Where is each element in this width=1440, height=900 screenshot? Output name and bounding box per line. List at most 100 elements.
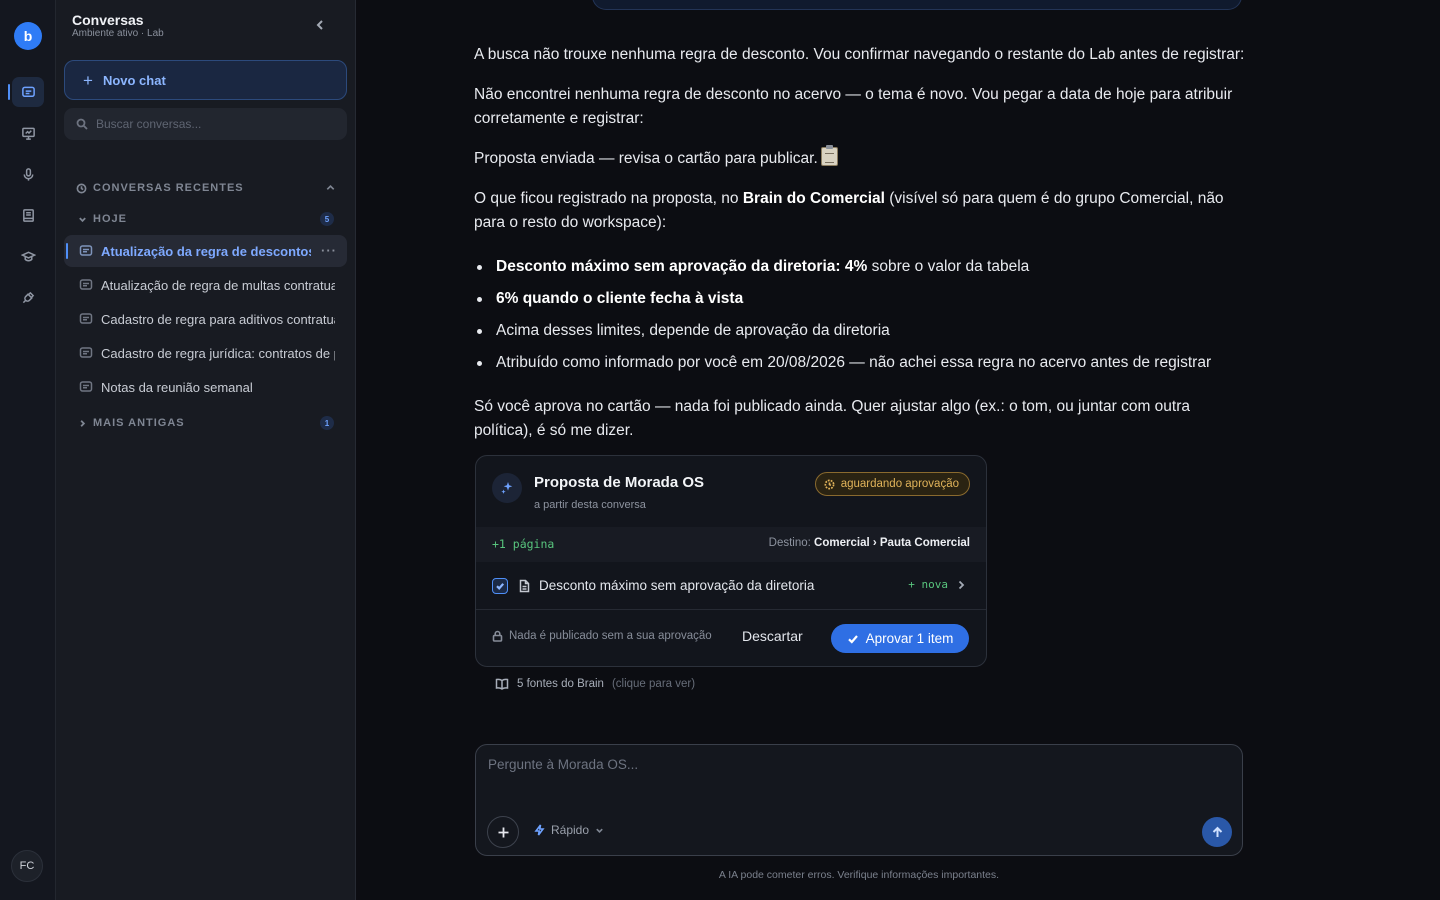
group-older[interactable]: MAIS ANTIGAS 1 (78, 415, 334, 431)
conversation-title: Cadastro de regra jurídica: contratos de… (101, 345, 335, 361)
item-checkbox[interactable] (492, 577, 508, 594)
search-box (64, 108, 347, 140)
chevron-right-icon (80, 419, 86, 427)
brain-sources-link[interactable]: 5 fontes do Brain (clique para ver) (495, 678, 695, 690)
attach-button[interactable] (487, 816, 519, 848)
microphone-icon (23, 167, 33, 181)
new-chat-label: Novo chat (102, 72, 166, 88)
collapse-sidebar-button[interactable] (312, 16, 328, 34)
active-environment: Ambiente ativo · Lab (72, 28, 164, 39)
message-icon (79, 313, 93, 324)
assistant-message: O que ficou registrado na proposta, no B… (474, 187, 1246, 235)
open-book-icon (495, 678, 509, 690)
proposal-item-row[interactable]: Desconto máximo sem aprovação da diretor… (476, 562, 986, 609)
chevron-right-icon (958, 580, 965, 590)
recent-conversations-label: CONVERSAS RECENTES (93, 182, 244, 194)
user-avatar[interactable]: FC (11, 850, 43, 882)
app-logo[interactable]: b (14, 22, 42, 50)
conversation-item[interactable]: Cadastro de regra para aditivos contratu… (64, 303, 347, 335)
sidebar-title: Conversas (72, 12, 144, 28)
list-item-text: Acima desses limites, depende de aprovaç… (496, 322, 890, 339)
assistant-message: Proposta enviada — revisa o cartão para … (474, 145, 1246, 171)
arrow-up-icon (1212, 826, 1222, 837)
conversation-title: Atualização da regra de descontos no com… (101, 243, 311, 259)
sparkles-icon (492, 473, 522, 503)
clock-icon (824, 479, 835, 489)
proposal-meta-strip: +1 página Destino: Comercial › Pauta Com… (476, 527, 986, 562)
destination: Destino: Comercial › Pauta Comercial (769, 537, 970, 549)
lock-icon (492, 630, 503, 642)
list-item: Acima desses limites, depende de aprovaç… (474, 319, 1246, 351)
search-input[interactable] (96, 117, 336, 131)
group-older-count: 1 (320, 416, 334, 430)
chevron-left-icon (316, 20, 323, 30)
rail-learning-button[interactable] (12, 241, 44, 271)
conversation-item[interactable]: Notas da reunião semanal (64, 371, 347, 403)
message-composer: Rápido (475, 744, 1243, 856)
approve-label: Aprovar 1 item (865, 631, 954, 646)
status-badge: aguardando aprovação (814, 472, 970, 496)
chevron-down-icon (79, 217, 86, 222)
rail-integrations-button[interactable] (12, 282, 44, 312)
presentation-icon (21, 127, 35, 140)
proposal-sent-text: Proposta enviada — revisa o cartão para … (474, 150, 818, 167)
proposal-summary-list: Desconto máximo sem aprovação da diretor… (474, 255, 1246, 383)
group-today-count: 5 (320, 212, 334, 226)
assistant-message: Não encontrei nenhuma regra de desconto … (474, 86, 1233, 127)
new-tag: + nova (908, 578, 948, 591)
group-today[interactable]: HOJE 5 (78, 211, 334, 227)
discard-button[interactable]: Descartar (742, 628, 803, 644)
list-item-bold: Desconto máximo sem aprovação da diretor… (496, 258, 868, 275)
conversation-item[interactable]: Cadastro de regra jurídica: contratos de… (64, 337, 347, 369)
sources-hint: (clique para ver) (611, 678, 696, 690)
chevron-down-icon (596, 828, 603, 833)
mode-label: Rápido (551, 823, 590, 837)
book-icon (22, 208, 34, 222)
conversation-item[interactable]: Atualização da regra de descontos no com… (64, 235, 347, 267)
list-item: Desconto máximo sem aprovação da diretor… (474, 255, 1246, 287)
chevron-up-icon (326, 184, 335, 190)
group-today-label: HOJE (93, 213, 127, 225)
send-button[interactable] (1202, 817, 1232, 847)
conversations-sidebar: Conversas Ambiente ativo · Lab + Novo ch… (56, 0, 356, 900)
document-icon (519, 579, 530, 592)
app-rail: b FC (0, 0, 56, 900)
recent-conversations-header[interactable]: CONVERSAS RECENTES (76, 180, 336, 196)
conversation-title: Atualização de regra de multas contratua… (101, 277, 335, 293)
mode-selector[interactable]: Rápido (534, 823, 604, 837)
clipboard-icon (820, 145, 838, 166)
history-icon (76, 183, 87, 193)
rail-presentation-button[interactable] (12, 118, 44, 148)
message-input[interactable] (488, 757, 1228, 797)
plus-icon: + (83, 70, 93, 90)
rail-chat-button[interactable] (8, 77, 44, 107)
conversation-more-button[interactable]: ··· (321, 243, 337, 258)
chat-main: A busca não trouxe nenhuma regra de desc… (356, 0, 1440, 900)
plus-icon (498, 827, 508, 837)
approval-note-text: Nada é publicado sem a sua aprovação (509, 630, 712, 642)
check-icon (847, 634, 858, 644)
proposal-item-label: Desconto máximo sem aprovação da diretor… (539, 578, 815, 593)
plug-icon (22, 291, 34, 303)
conversation-title: Cadastro de regra para aditivos contratu… (101, 311, 335, 327)
message-icon (79, 279, 93, 290)
message-icon (79, 381, 93, 392)
proposal-title: Proposta de Morada OS (534, 474, 705, 491)
approve-button[interactable]: Aprovar 1 item (831, 624, 969, 653)
list-item: Atribuído como informado por você em 20/… (474, 351, 1246, 383)
brain-name: Brain do Comercial (742, 190, 885, 207)
new-chat-button[interactable]: + Novo chat (64, 60, 347, 100)
lightning-icon (534, 824, 545, 836)
conversation-title: Notas da reunião semanal (101, 379, 253, 395)
destination-label: Destino: (768, 537, 815, 549)
status-label: aguardando aprovação (840, 478, 959, 490)
rail-book-button[interactable] (12, 200, 44, 230)
group-older-label: MAIS ANTIGAS (93, 417, 185, 429)
card-divider (476, 609, 986, 610)
assistant-message: Só você aprova no cartão — nada foi publ… (474, 398, 1190, 439)
message-text: O que ficou registrado na proposta, no (474, 190, 743, 207)
conversation-item[interactable]: Atualização de regra de multas contratua… (64, 269, 347, 301)
rail-microphone-button[interactable] (12, 159, 44, 189)
search-icon (76, 118, 88, 130)
list-item-text: sobre o valor da tabela (867, 258, 1030, 275)
